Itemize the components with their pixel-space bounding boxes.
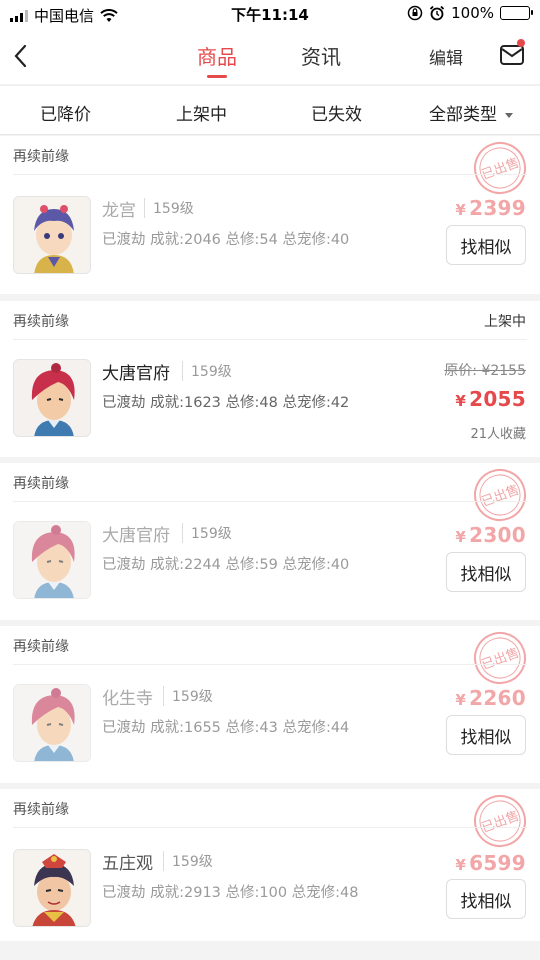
character-level: 159级	[163, 686, 213, 706]
sold-stamp-icon: 已出售	[474, 469, 526, 521]
list-item[interactable]: 再续前缘 已出售 五庄观 159级 已渡劫 成就:2913 总修:100 总宠修…	[0, 789, 540, 941]
filter-invalid[interactable]: 已失效	[311, 100, 362, 125]
character-level: 159级	[144, 198, 194, 218]
edit-button[interactable]: 编辑	[429, 44, 463, 69]
currency-symbol: ¥	[455, 856, 467, 874]
price-value: 2300	[469, 523, 526, 547]
character-stats: 已渡劫 成就:1623 总修:48 总宠修:42	[102, 395, 350, 411]
server-name: 再续前缘	[13, 149, 69, 165]
price-value: 2055	[469, 387, 526, 411]
sold-stamp-icon: 已出售	[474, 142, 526, 194]
divider	[13, 827, 527, 828]
price-value: 2260	[469, 686, 526, 710]
list-item[interactable]: 再续前缘 已出售 大唐官府 159级 已渡劫 成就:2244 总修:59 总宠修…	[0, 463, 540, 620]
orientation-lock-icon	[407, 5, 423, 21]
price: ¥2055	[455, 387, 526, 411]
server-name: 再续前缘	[13, 476, 69, 492]
top-nav: 商品 资讯 编辑	[0, 28, 540, 84]
battery-percent: 100%	[451, 4, 494, 22]
divider	[13, 664, 527, 665]
original-price: 原价: ¥2155	[444, 363, 526, 379]
price-value: 6599	[469, 851, 526, 875]
unread-dot	[517, 39, 525, 47]
filter-all-types[interactable]: 全部类型	[429, 100, 513, 125]
character-avatar	[13, 521, 91, 599]
currency-symbol: ¥	[455, 201, 467, 219]
svg-text:已出售: 已出售	[479, 155, 521, 183]
divider	[13, 174, 527, 175]
character-level: 159级	[182, 523, 232, 543]
price: ¥2300	[455, 523, 526, 547]
tab-news[interactable]: 资讯	[301, 41, 341, 70]
character-school: 大唐官府	[102, 526, 170, 546]
price-value: 2399	[469, 196, 526, 220]
avatar-longgong-icon	[14, 197, 90, 273]
svg-text:已出售: 已出售	[479, 808, 521, 836]
svg-text:已出售: 已出售	[479, 645, 521, 673]
character-stats: 已渡劫 成就:2046 总修:54 总宠修:40	[102, 232, 350, 248]
character-school: 龙宫	[102, 201, 136, 221]
favorite-count: 21人收藏	[470, 427, 526, 442]
divider	[13, 501, 527, 502]
battery-icon	[500, 6, 533, 20]
filter-all-types-label: 全部类型	[429, 105, 497, 125]
sold-stamp-icon: 已出售	[474, 632, 526, 684]
server-name: 再续前缘	[13, 314, 69, 330]
svg-text:已出售: 已出售	[479, 482, 521, 510]
character-school: 化生寺	[102, 689, 153, 709]
currency-symbol: ¥	[455, 528, 467, 546]
list-item[interactable]: 再续前缘 上架中 大唐官府 159级 已渡劫 成就:1623 总修:48 总宠修…	[0, 301, 540, 457]
caret-down-icon	[505, 112, 513, 118]
avatar-datang-icon	[14, 522, 90, 598]
character-avatar	[13, 196, 91, 274]
character-stats: 已渡劫 成就:2913 总修:100 总宠修:48	[102, 885, 359, 901]
avatar-huashengsi-icon	[14, 685, 90, 761]
currency-symbol: ¥	[455, 691, 467, 709]
price: ¥2399	[455, 196, 526, 220]
price: ¥2260	[455, 686, 526, 710]
divider	[13, 339, 527, 340]
alarm-icon	[429, 5, 445, 21]
find-similar-button[interactable]: 找相似	[446, 879, 526, 919]
list-item[interactable]: 再续前缘 已出售 化生寺 159级 已渡劫 成就:1655 总修:43 总宠修:…	[0, 626, 540, 783]
character-level: 159级	[182, 361, 232, 381]
chevron-left-icon[interactable]	[10, 42, 34, 70]
character-avatar	[13, 849, 91, 927]
find-similar-button[interactable]: 找相似	[446, 552, 526, 592]
price: ¥6599	[455, 851, 526, 875]
avatar-wuzhuangguan-icon	[14, 850, 90, 926]
filter-on-sale[interactable]: 上架中	[176, 100, 227, 125]
currency-symbol: ¥	[455, 392, 467, 410]
tab-goods[interactable]: 商品	[197, 41, 237, 70]
find-similar-button[interactable]: 找相似	[446, 715, 526, 755]
server-name: 再续前缘	[13, 802, 69, 818]
character-school: 大唐官府	[102, 364, 170, 384]
character-school: 五庄观	[102, 854, 153, 874]
character-level: 159级	[163, 851, 213, 871]
character-avatar	[13, 684, 91, 762]
filter-price-dropped[interactable]: 已降价	[40, 100, 91, 125]
sold-stamp-icon: 已出售	[474, 795, 526, 847]
active-tab-indicator	[207, 75, 227, 78]
server-name: 再续前缘	[13, 639, 69, 655]
filter-bar: 已降价 上架中 已失效 全部类型	[0, 85, 540, 135]
listing-status: 上架中	[484, 314, 526, 330]
status-bar: 中国电信 下午11:14 100%	[0, 0, 540, 28]
character-stats: 已渡劫 成就:1655 总修:43 总宠修:44	[102, 720, 350, 736]
character-stats: 已渡劫 成就:2244 总修:59 总宠修:40	[102, 557, 350, 573]
avatar-datang-icon	[14, 360, 90, 436]
status-right: 100%	[407, 4, 533, 22]
find-similar-button[interactable]: 找相似	[446, 225, 526, 265]
character-avatar	[13, 359, 91, 437]
list-item[interactable]: 再续前缘 已出售 龙宫 159级 已渡劫 成就:2046 总修:54 总宠修:4…	[0, 136, 540, 294]
